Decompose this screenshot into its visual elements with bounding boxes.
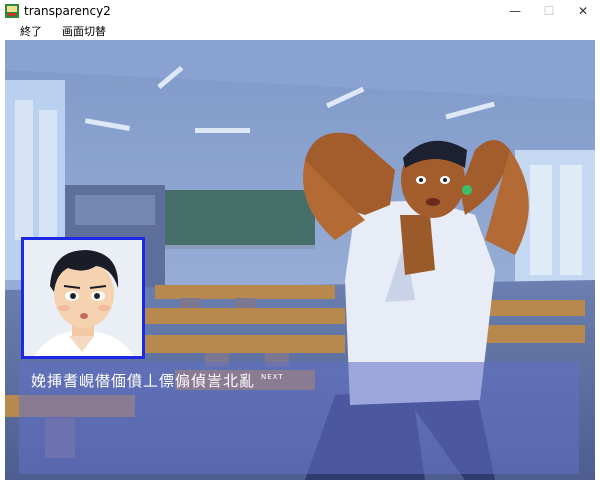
game-viewport[interactable]: 娩挿耆峴僣偭僨丄僄傓偵訔北亂 NEXT (5, 40, 595, 480)
window-title: transparency2 (24, 4, 111, 18)
maximize-icon: ☐ (543, 4, 555, 18)
next-indicator[interactable]: NEXT (261, 373, 284, 381)
dialogue-box[interactable]: 娩挿耆峴僣偭僨丄僄傓偵訔北亂 NEXT (19, 362, 579, 474)
app-window: transparency2 — ☐ ✕ 終了 画面切替 娩挿耆峴僣偭僨丄僄傓偵訔… (0, 0, 600, 485)
speaker-portrait (21, 237, 145, 359)
maximize-button[interactable]: ☐ (532, 0, 566, 22)
menu-item-screen-toggle[interactable]: 画面切替 (52, 23, 116, 39)
speaker-face (24, 240, 142, 356)
dialogue-line: 娩挿耆峴僣偭僨丄僄傓偵訔北亂 (31, 372, 256, 390)
minimize-button[interactable]: — (498, 0, 532, 22)
game-icon (5, 4, 19, 18)
menu-bar: 終了 画面切替 (0, 22, 600, 40)
dialogue-text: 娩挿耆峴僣偭僨丄僄傓偵訔北亂 NEXT (31, 370, 284, 391)
close-button[interactable]: ✕ (566, 0, 600, 22)
menu-item-exit[interactable]: 終了 (10, 23, 52, 39)
title-bar: transparency2 — ☐ ✕ (0, 0, 600, 22)
close-icon: ✕ (577, 4, 589, 18)
window-controls: — ☐ ✕ (498, 0, 600, 22)
minimize-icon: — (509, 4, 521, 18)
